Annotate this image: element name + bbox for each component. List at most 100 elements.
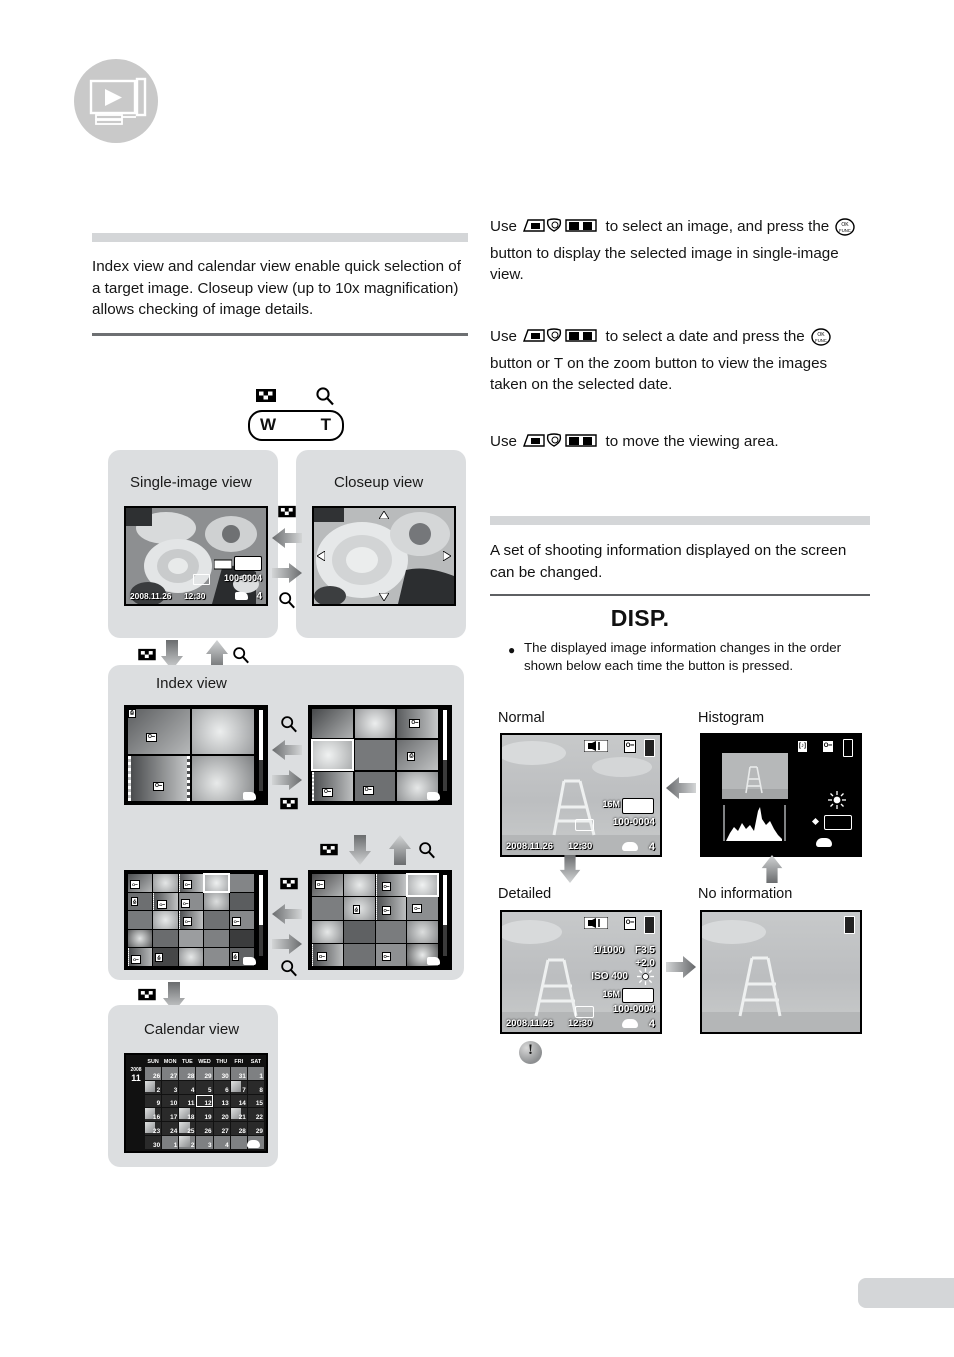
calendar-day[interactable]: 21 xyxy=(230,1108,247,1122)
arrow-up-icon xyxy=(389,835,411,865)
battery-icon xyxy=(844,916,855,934)
calendar-day[interactable]: 28 xyxy=(179,1067,196,1080)
folder-icon xyxy=(427,957,440,965)
index-lcd-9: O━ ⎙ O━ O━ xyxy=(308,705,452,805)
calendar-day[interactable]: 14 xyxy=(230,1094,247,1108)
scrollbar[interactable] xyxy=(259,875,263,956)
lock-badge: O━ xyxy=(322,787,333,797)
histogram-lcd: [♪] O━ xyxy=(700,733,862,857)
calendar-weekday-header: SUN MON TUE WED THU FRI SAT xyxy=(128,1057,264,1067)
calendar-day[interactable]: 11 xyxy=(179,1094,196,1108)
calendar-day[interactable]: 29 xyxy=(247,1122,264,1136)
calendar-thumbnail xyxy=(145,1080,156,1092)
calendar-day[interactable]: 12 xyxy=(196,1094,213,1108)
image-quality-icon xyxy=(622,798,654,814)
arrow-left-icon xyxy=(272,528,302,548)
scrollbar[interactable] xyxy=(443,875,447,956)
calendar-day[interactable]: 27 xyxy=(213,1122,230,1136)
print-badge: ⎙ xyxy=(155,953,163,963)
lock-badge: O━ xyxy=(381,882,392,891)
lock-badge: O━ xyxy=(182,880,193,889)
calendar-day[interactable]: 25 xyxy=(179,1122,196,1136)
calendar-day[interactable]: 6 xyxy=(213,1080,230,1094)
arrow-pad-icon xyxy=(522,217,600,242)
image-quality-icon xyxy=(622,988,654,1003)
calendar-day[interactable]: 30 xyxy=(213,1067,230,1080)
index-view-icon xyxy=(320,843,338,856)
lock-badge: O━ xyxy=(180,898,191,908)
zoom-wide-label: W xyxy=(260,415,277,434)
folder-icon xyxy=(247,1140,260,1148)
shutter-speed: 1/1000 xyxy=(593,945,624,956)
calendar-day[interactable]: 3 xyxy=(196,1136,213,1149)
lock-badge: O━ xyxy=(412,904,423,914)
calendar-day[interactable]: 23 xyxy=(145,1122,162,1136)
calendar-day[interactable]: 15 xyxy=(247,1094,264,1108)
zoom-lever[interactable]: W T xyxy=(248,410,344,441)
arrow-down-icon xyxy=(349,835,371,865)
lock-badge: O━ xyxy=(381,951,392,961)
calendar-day[interactable]: 30 xyxy=(145,1136,162,1149)
lock-badge: O━ xyxy=(130,880,140,889)
calendar-day[interactable]: 2 xyxy=(179,1136,196,1149)
calendar-day[interactable] xyxy=(230,1136,247,1149)
calendar-day[interactable]: 19 xyxy=(196,1108,213,1122)
image-size-label: 16M xyxy=(602,989,620,999)
calendar-day[interactable]: 3 xyxy=(162,1080,179,1094)
scrollbar[interactable] xyxy=(443,710,447,791)
panel-single-image-view: Single-image view 100-0004 2008.11.26 12… xyxy=(108,450,278,638)
calendar-thumbnail xyxy=(230,1080,242,1092)
calendar-day[interactable]: 27 xyxy=(162,1067,179,1080)
calendar-day[interactable]: 24 xyxy=(162,1122,179,1136)
calendar-day[interactable]: 13 xyxy=(213,1094,230,1108)
battery-icon xyxy=(843,739,853,757)
calendar-day[interactable]: 28 xyxy=(230,1122,247,1136)
calendar-day[interactable]: 20 xyxy=(213,1108,230,1122)
page-footer-tab xyxy=(858,1278,954,1308)
battery-icon xyxy=(234,556,262,571)
calendar-day[interactable]: 1 xyxy=(162,1136,179,1149)
arrow-pad-icon xyxy=(522,432,600,457)
calendar-day[interactable]: 16 xyxy=(145,1108,162,1122)
para1-lead: Use xyxy=(490,218,518,235)
calendar-day[interactable]: 10 xyxy=(162,1094,179,1108)
section2-bar xyxy=(490,516,870,525)
ok-func-button-icon: OK FUNC xyxy=(811,328,831,353)
calendar-day[interactable]: 8 xyxy=(247,1080,264,1094)
calendar-day[interactable]: 18 xyxy=(179,1108,196,1122)
lock-badge: O━ xyxy=(623,740,636,753)
arrow-left-icon xyxy=(272,904,302,924)
paragraph-move-area: Use to move the viewing area. xyxy=(490,431,862,457)
pan-down-icon xyxy=(379,593,389,601)
calendar-day[interactable]: 31 xyxy=(230,1067,247,1080)
calendar-day[interactable]: 4 xyxy=(179,1080,196,1094)
calendar-day[interactable]: 17 xyxy=(162,1108,179,1122)
index-lcd-16: O━ O━ ⎙ O━ O━ O━ O━ xyxy=(308,870,452,970)
magnifier-icon xyxy=(281,960,297,977)
screen-label-normal-wrap: Normal xyxy=(498,710,545,726)
pan-right-icon xyxy=(443,551,451,561)
image-count: 4 xyxy=(648,1018,655,1030)
calendar-day[interactable]: 2 xyxy=(145,1080,162,1094)
calendar-day[interactable]: 26 xyxy=(145,1067,162,1080)
calendar-day[interactable]: 9 xyxy=(145,1094,162,1108)
arrow-right-icon xyxy=(272,770,302,790)
calendar-day[interactable]: 4 xyxy=(213,1136,230,1149)
calendar-day[interactable]: 26 xyxy=(196,1122,213,1136)
calendar-day[interactable]: 29 xyxy=(196,1067,213,1080)
calendar-thumbnail xyxy=(179,1136,190,1148)
calendar-grid[interactable]: 2008 11 26 27 28 29 30 31 1 2 3 4 5 6 7 8 9 10 11 12 13 14 1… xyxy=(128,1067,264,1149)
disp-bullet: ● The displayed image information change… xyxy=(508,639,858,675)
calendar-day[interactable]: 22 xyxy=(247,1108,264,1122)
panel-title-index: Index view xyxy=(156,675,227,692)
arrow-pad-icon xyxy=(522,327,600,352)
calendar-day[interactable]: 5 xyxy=(196,1080,213,1094)
para2-mid: to select a date and press the xyxy=(605,328,805,345)
scrollbar[interactable] xyxy=(259,710,263,791)
calendar-day[interactable]: 1 xyxy=(247,1067,264,1080)
print-badge: ⎙ xyxy=(352,905,361,915)
magnifier-icon xyxy=(316,387,334,406)
index-view-icon xyxy=(278,505,296,518)
calendar-day[interactable]: 7 xyxy=(230,1080,247,1094)
capture-date: 2008.11.26 xyxy=(506,1018,554,1029)
